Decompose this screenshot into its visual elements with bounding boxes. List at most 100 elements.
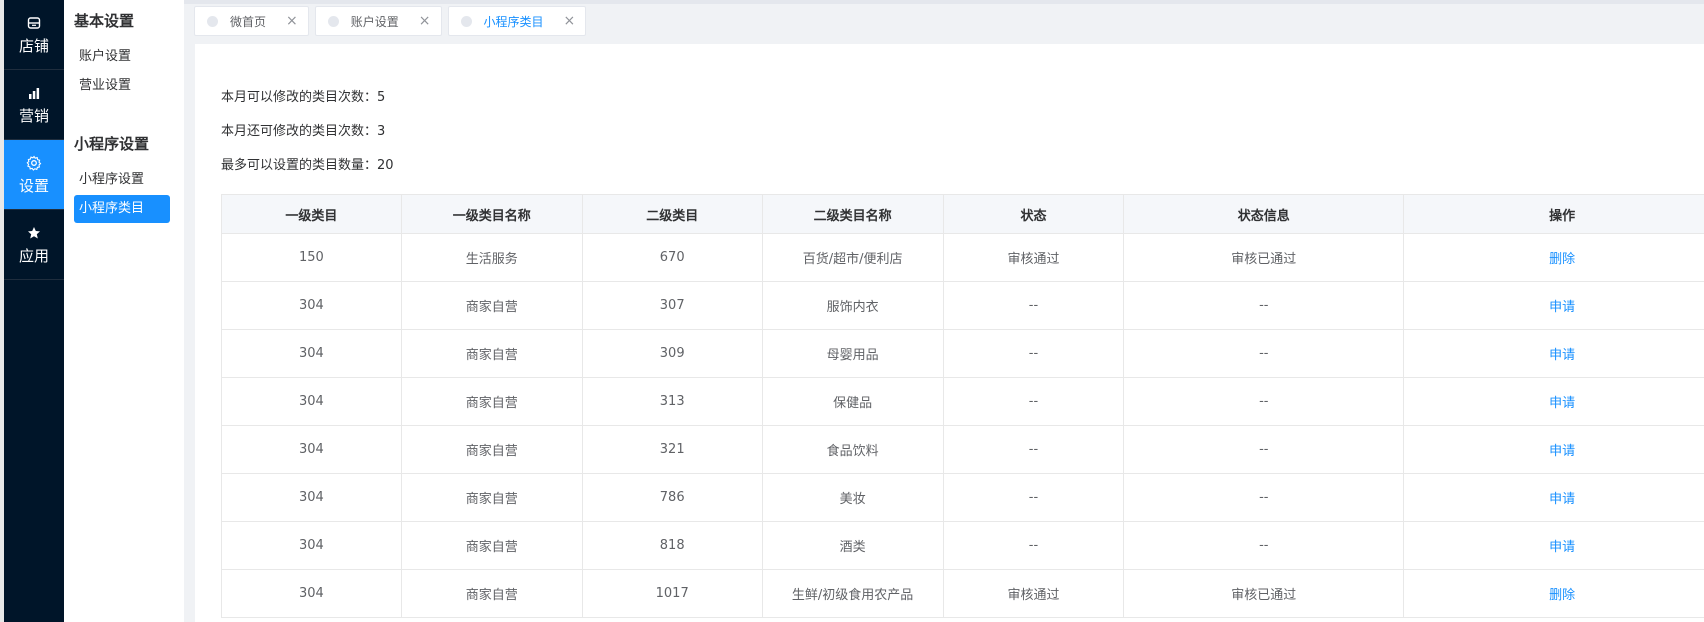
nav-item-store[interactable]: 店铺 [4,0,64,70]
table-cell: -- [942,329,1125,378]
main-content: 本月可以修改的类目次数：5 本月还可修改的类目次数：3 最多可以设置的类目数量：… [195,44,1704,622]
nav-item-marketing[interactable]: 营销 [4,70,64,140]
table-cell: -- [1123,329,1405,378]
table-header-row: 一级类目 一级类目名称 二级类目 二级类目名称 状态 状态信息 操作 [221,194,1704,234]
table-cell: 786 [581,473,763,522]
store-icon [26,15,42,31]
close-icon[interactable]: × [286,13,298,29]
table-cell: 304 [221,329,402,378]
table-cell: 商家自营 [400,329,583,378]
table-cell: -- [942,425,1125,474]
column-header: 二级类目 [581,194,763,234]
table-cell: 321 [581,425,763,474]
nav-item-label: 设置 [18,176,49,195]
table-row: 304 商家自营 307 服饰内衣 -- -- 申请 [221,281,1704,330]
column-header: 状态 [942,194,1125,234]
table-row: 304 商家自营 818 酒类 -- -- 申请 [221,521,1704,570]
subnav-item-account-settings[interactable]: 账户设置 [74,43,170,71]
table-row: 150 生活服务 670 百货/超市/便利店 审核通过 审核已通过 删除 [221,233,1704,282]
table-cell: 美妆 [761,473,944,522]
table-row: 304 商家自营 309 母婴用品 -- -- 申请 [221,329,1704,378]
tab-status-dot [327,15,339,27]
tab-miniprogram-category[interactable]: 小程序类目 × [447,6,587,36]
table-row: 304 商家自营 321 食品饮料 -- -- 申请 [221,425,1704,474]
apply-link[interactable]: 申请 [1403,473,1704,522]
table-row: 304 商家自营 313 保健品 -- -- 申请 [221,377,1704,426]
info-max-categories: 最多可以设置的类目数量：20 [221,158,394,173]
apply-link[interactable]: 申请 [1403,425,1704,474]
star-icon [26,225,42,241]
tab-status-dot [207,15,218,27]
table-cell: 母婴用品 [761,329,944,378]
tab-home[interactable]: 微首页 × [194,6,309,36]
apply-link[interactable]: 申请 [1403,329,1704,378]
table-cell: 304 [221,569,402,618]
table-cell: -- [1123,377,1405,426]
table-cell: 生活服务 [400,233,583,282]
table-cell: 保健品 [761,377,944,426]
table-cell: 审核已通过 [1123,569,1405,618]
table-cell: 307 [581,281,763,330]
nav-item-settings[interactable]: 设置 [4,140,64,210]
tab-account-settings[interactable]: 账户设置 × [314,6,442,36]
subnav-group-title: 小程序设置 [74,135,150,153]
bar-chart-icon [26,85,42,101]
table-cell: 商家自营 [400,569,583,618]
category-table: 一级类目 一级类目名称 二级类目 二级类目名称 状态 状态信息 操作 150 生… [221,194,1704,618]
apply-link[interactable]: 申请 [1403,377,1704,426]
table-cell: 304 [221,281,402,330]
table-cell: -- [1123,521,1405,570]
close-icon[interactable]: × [419,13,431,29]
column-header: 二级类目名称 [761,194,944,234]
column-header: 一级类目 [221,194,402,234]
tab-label: 微首页 [230,14,267,29]
table-cell: 313 [581,377,763,426]
table-cell: 生鲜/初级食用农产品 [761,569,944,618]
table-cell: 304 [221,377,402,426]
table-cell: 酒类 [761,521,944,570]
table-cell: 商家自营 [400,377,583,426]
info-modify-limit: 本月可以修改的类目次数：5 [221,90,386,105]
column-header: 一级类目名称 [400,194,583,234]
table-cell: 1017 [581,569,763,618]
subnav-item-miniprogram-category[interactable]: 小程序类目 [74,195,170,223]
column-header: 状态信息 [1123,194,1405,234]
table-cell: 304 [221,521,402,570]
table-cell: 审核已通过 [1123,233,1405,282]
tab-label: 小程序类目 [483,14,544,29]
table-cell: 304 [221,473,402,522]
table-cell: -- [1123,473,1405,522]
delete-link[interactable]: 删除 [1403,569,1704,618]
table-row: 304 商家自营 1017 生鲜/初级食用农产品 审核通过 审核已通过 删除 [221,569,1704,618]
tab-bar: 微首页 × 账户设置 × 小程序类目 × [194,6,592,38]
gear-icon [26,155,42,171]
table-cell: 670 [581,233,763,282]
top-strip [184,0,1704,4]
app-root: 店铺 营销 设置 应用 基本设置 账户设置 营业设置 小程序设置 小程序设置 小… [0,0,1704,622]
table-cell: 309 [581,329,763,378]
table-cell: 商家自营 [400,425,583,474]
delete-link[interactable]: 删除 [1403,233,1704,282]
nav-item-apps[interactable]: 应用 [4,210,64,280]
table-cell: -- [942,521,1125,570]
nav-item-label: 应用 [18,246,49,265]
subnav-item-business-settings[interactable]: 营业设置 [74,72,170,100]
table-cell: 818 [581,521,763,570]
subnav-item-miniprogram-settings[interactable]: 小程序设置 [74,166,170,194]
secondary-nav: 基本设置 账户设置 营业设置 小程序设置 小程序设置 小程序类目 [64,0,184,622]
table-cell: -- [1123,281,1405,330]
table-cell: 百货/超市/便利店 [761,233,944,282]
tab-label: 账户设置 [350,14,399,29]
table-cell: 商家自营 [400,281,583,330]
column-header: 操作 [1403,194,1704,234]
apply-link[interactable]: 申请 [1403,281,1704,330]
table-cell: -- [942,281,1125,330]
table-cell: -- [1123,425,1405,474]
table-cell: 商家自营 [400,521,583,570]
apply-link[interactable]: 申请 [1403,521,1704,570]
table-row: 304 商家自营 786 美妆 -- -- 申请 [221,473,1704,522]
table-cell: -- [942,377,1125,426]
tab-status-dot [460,15,472,27]
close-icon[interactable]: × [564,13,576,29]
table-cell: 150 [221,233,402,282]
